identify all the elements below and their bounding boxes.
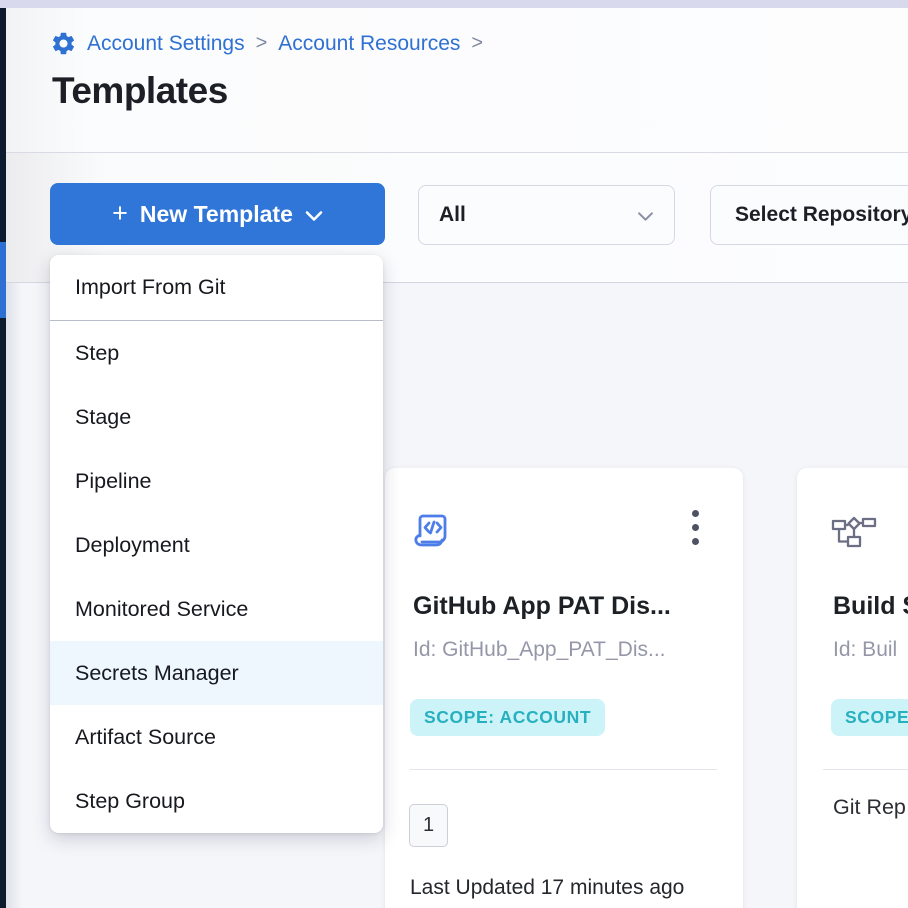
menu-item-step[interactable]: Step <box>50 321 383 385</box>
plus-icon: + <box>112 200 128 227</box>
breadcrumb-separator: > <box>470 32 484 55</box>
menu-item-artifact-source[interactable]: Artifact Source <box>50 705 383 769</box>
menu-item-stage[interactable]: Stage <box>50 385 383 449</box>
chevron-down-icon <box>637 211 654 222</box>
template-card-id: Id: GitHub_App_PAT_Dis... <box>413 638 666 662</box>
settings-gear-icon <box>50 30 77 57</box>
stage-flowchart-icon <box>831 516 877 550</box>
breadcrumb-separator: > <box>255 32 269 55</box>
template-card-build-stage[interactable]: Build S Id: Buil SCOPE Git Rep <box>797 468 908 908</box>
card-divider <box>823 769 908 770</box>
template-card-id: Id: Buil <box>833 638 897 662</box>
code-template-icon <box>411 510 453 552</box>
menu-item-secrets-manager[interactable]: Secrets Manager <box>50 641 383 705</box>
page-header: Account Settings > Account Resources > T… <box>6 8 908 153</box>
breadcrumb: Account Settings > Account Resources > <box>50 30 484 57</box>
git-repo-text: Git Rep <box>833 795 906 820</box>
template-type-filter-select[interactable]: All <box>418 185 675 245</box>
top-accent-bar <box>0 0 908 8</box>
scope-badge: SCOPE: ACCOUNT <box>410 699 605 736</box>
template-card-github-app-pat[interactable]: GitHub App PAT Dis... Id: GitHub_App_PAT… <box>385 468 743 908</box>
repository-filter-label: Select Repository <box>735 203 908 227</box>
menu-item-pipeline[interactable]: Pipeline <box>50 449 383 513</box>
repository-filter-select[interactable]: Select Repository <box>710 185 908 245</box>
template-card-title: GitHub App PAT Dis... <box>413 592 671 621</box>
page-title: Templates <box>52 70 228 112</box>
menu-item-step-group[interactable]: Step Group <box>50 769 383 833</box>
breadcrumb-account-settings[interactable]: Account Settings <box>87 32 245 56</box>
breadcrumb-account-resources[interactable]: Account Resources <box>278 32 460 56</box>
last-updated-text: Last Updated 17 minutes ago <box>410 876 684 900</box>
card-options-kebab-icon[interactable] <box>690 508 701 547</box>
scope-badge: SCOPE <box>831 699 908 736</box>
menu-item-import-from-git[interactable]: Import From Git <box>50 255 383 321</box>
template-type-filter-value: All <box>439 203 466 227</box>
template-card-title: Build S <box>833 592 908 621</box>
new-template-button[interactable]: + New Template <box>50 183 385 245</box>
menu-item-monitored-service[interactable]: Monitored Service <box>50 577 383 641</box>
card-divider <box>410 769 717 770</box>
template-version-chip: 1 <box>409 804 448 847</box>
templates-page: Account Settings > Account Resources > T… <box>0 0 908 908</box>
new-template-menu: Import From Git Step Stage Pipeline Depl… <box>50 255 383 833</box>
menu-item-deployment[interactable]: Deployment <box>50 513 383 577</box>
new-template-label: New Template <box>140 201 293 228</box>
chevron-down-icon <box>305 210 323 222</box>
